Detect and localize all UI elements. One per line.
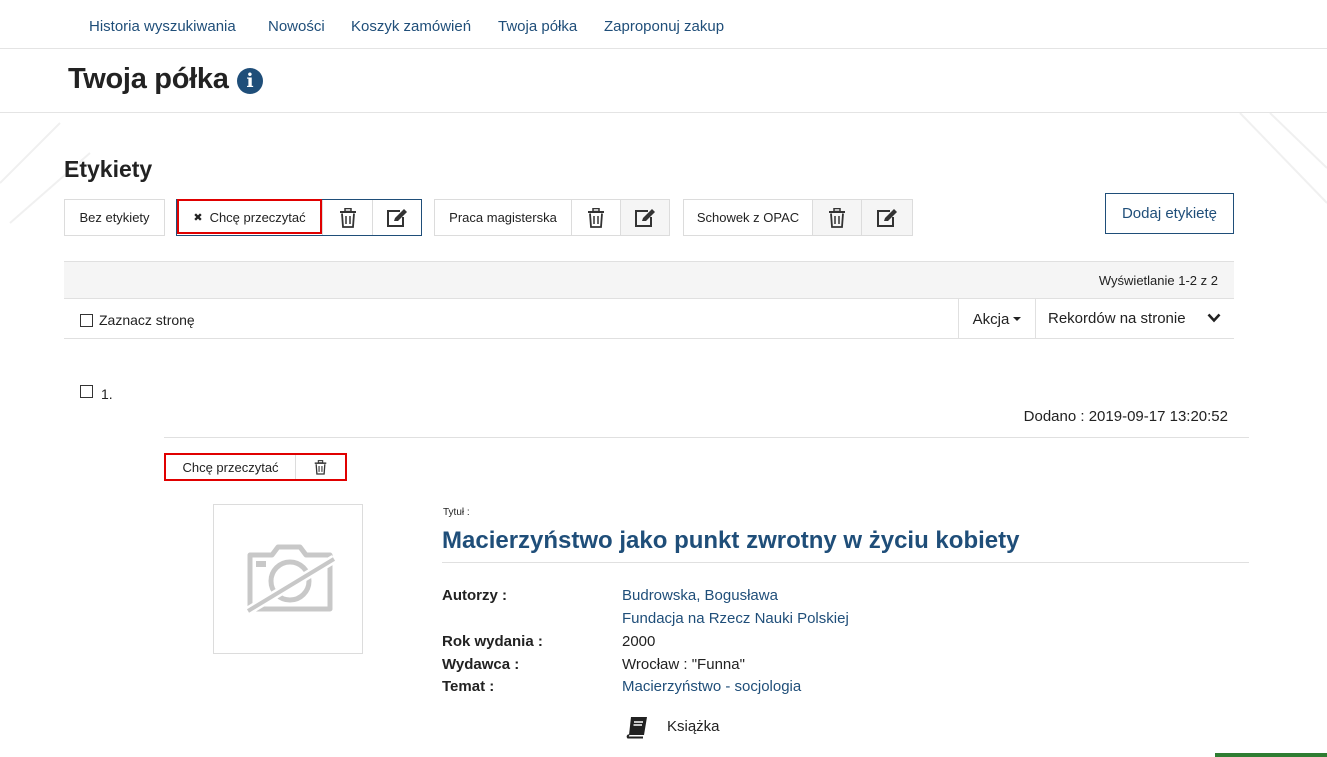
select-page-checkbox[interactable] xyxy=(80,314,93,327)
tag-want-to-read-edit-button[interactable] xyxy=(372,200,421,235)
edit-icon xyxy=(877,208,897,227)
page-header: Twoja półka i xyxy=(0,49,1327,113)
highlight-box-record-tag xyxy=(164,453,347,481)
nav-link-news[interactable]: Nowości xyxy=(268,18,325,35)
subject-label: Temat : xyxy=(442,678,495,695)
nav-link-search-history[interactable]: Historia wyszukiwania xyxy=(89,18,236,35)
camera-off-icon xyxy=(245,544,337,615)
book-cover-placeholder[interactable] xyxy=(213,504,363,654)
book-icon xyxy=(626,717,647,739)
highlight-box-tag xyxy=(177,199,322,234)
nav-link-your-shelf[interactable]: Twoja półka xyxy=(498,18,577,35)
record-added-date: Dodano : 2019-09-17 13:20:52 xyxy=(1023,408,1228,425)
authors-label: Autorzy : xyxy=(442,587,507,604)
author-link-2[interactable]: Fundacja na Rzecz Nauki Polskiej xyxy=(622,610,849,627)
trash-icon xyxy=(588,207,604,228)
subject-link[interactable]: Macierzyństwo - socjologia xyxy=(622,678,801,695)
trash-icon xyxy=(339,207,356,228)
tag-thesis-edit-button[interactable] xyxy=(620,199,670,236)
title-label: Tytuł : xyxy=(443,507,470,518)
record-divider xyxy=(164,437,1249,438)
action-dropdown-label: Akcja xyxy=(972,310,1010,328)
edit-icon xyxy=(387,208,407,227)
tag-want-to-read-delete-button[interactable] xyxy=(322,200,372,235)
tag-opac-clipboard-delete-button[interactable] xyxy=(812,199,862,236)
nav-link-suggest-purchase[interactable]: Zaproponuj zakup xyxy=(604,18,724,35)
page-title: Twoja półka xyxy=(68,63,229,95)
action-dropdown[interactable]: Akcja xyxy=(958,299,1036,339)
title-divider xyxy=(442,562,1249,563)
accent-bar xyxy=(1215,753,1327,757)
author-link-1[interactable]: Budrowska, Bogusława xyxy=(622,587,778,604)
results-count: Wyświetlanie 1-2 z 2 xyxy=(1098,273,1218,288)
book-title-link[interactable]: Macierzyństwo jako punkt zwrotny w życiu… xyxy=(442,527,1019,555)
year-value: 2000 xyxy=(622,633,656,650)
caret-down-icon xyxy=(1013,317,1022,321)
year-label: Rok wydania : xyxy=(442,633,543,650)
tag-opac-clipboard-edit-button[interactable] xyxy=(861,199,913,236)
list-controls-bar: Zaznacz stronę Akcja Rekordów na stronie xyxy=(64,299,1234,339)
select-page-label[interactable]: Zaznacz stronę xyxy=(99,312,195,328)
nav-link-order-cart[interactable]: Koszyk zamówień xyxy=(351,18,471,35)
top-navigation: Historia wyszukiwania Nowości Koszyk zam… xyxy=(0,0,1327,49)
results-summary-bar: Wyświetlanie 1-2 z 2 xyxy=(64,261,1234,299)
records-per-page-dropdown[interactable]: Rekordów na stronie xyxy=(1048,310,1186,327)
publisher-label: Wydawca : xyxy=(442,656,520,673)
chevron-down-icon[interactable] xyxy=(1207,313,1221,323)
publisher-value: Wrocław : "Funna" xyxy=(622,656,745,673)
tag-thesis-button[interactable]: Praca magisterska xyxy=(434,199,572,236)
trash-icon xyxy=(829,207,845,228)
record-checkbox[interactable] xyxy=(80,385,93,398)
add-label-button[interactable]: Dodaj etykietę xyxy=(1105,193,1234,234)
material-type: Książka xyxy=(667,718,720,735)
record-number: 1. xyxy=(101,386,113,402)
tag-thesis-delete-button[interactable] xyxy=(571,199,621,236)
no-label-button[interactable]: Bez etykiety xyxy=(64,199,165,236)
tag-opac-clipboard-button[interactable]: Schowek z OPAC xyxy=(683,199,813,236)
labels-section-title: Etykiety xyxy=(64,156,153,182)
info-icon[interactable]: i xyxy=(237,68,263,94)
edit-icon xyxy=(635,208,655,227)
